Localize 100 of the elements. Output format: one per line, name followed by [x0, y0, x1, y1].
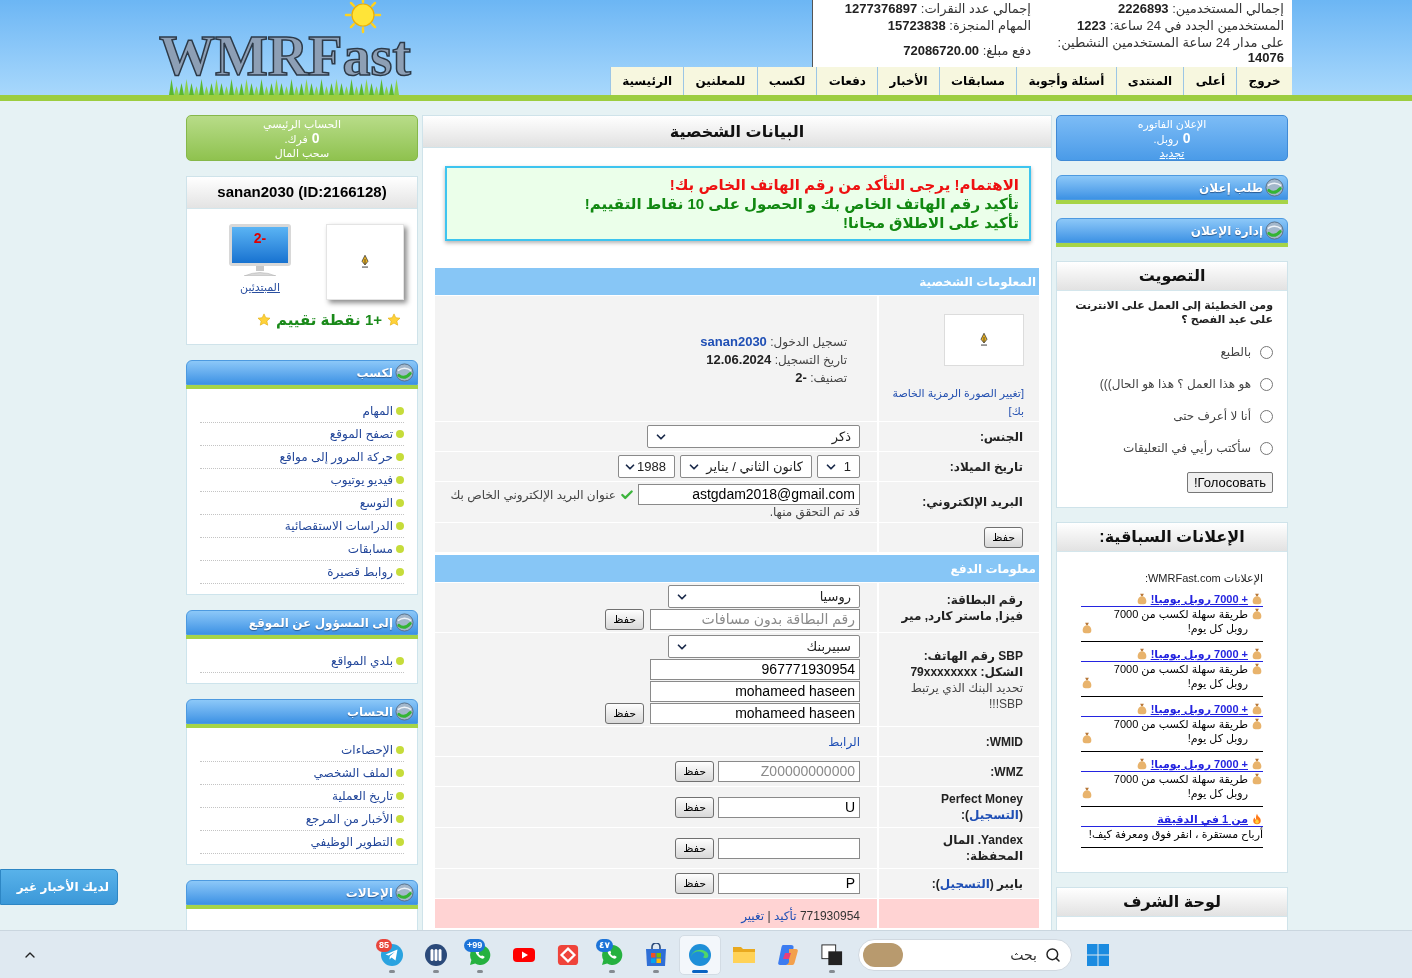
save-button[interactable]: حفظ [984, 527, 1023, 548]
section-header: معلومات الدفع [435, 555, 1039, 582]
text-field[interactable]: U [718, 796, 860, 818]
text-field[interactable]: mohameed haseen [650, 681, 860, 702]
phone-action-link[interactable]: تغيير [741, 909, 765, 923]
menu-title: الحساب [346, 703, 393, 721]
menu-link[interactable]: حركة المرور إلى مواقع [279, 448, 393, 466]
select-field[interactable]: 1988 [618, 455, 675, 478]
search-field[interactable]: بحث [858, 938, 1072, 971]
globe-icon [395, 883, 414, 902]
four-squares-icon [1086, 942, 1110, 967]
text-field[interactable]: Z00000000000 [718, 761, 860, 782]
text-field[interactable]: رقم البطاقة بدون مسافات [650, 609, 860, 630]
radio-button[interactable] [1260, 345, 1273, 359]
currency-label: فرك. [284, 131, 308, 146]
menu-link[interactable]: روابط قصيرة [327, 563, 393, 581]
card-header: sanan2030 (ID:2166128) [187, 177, 417, 209]
select-field[interactable]: روسيا [668, 585, 860, 608]
field-label: ( التسجيل): [961, 807, 1023, 823]
select-field[interactable]: كانون الثاني / يناير [680, 455, 812, 478]
option-label[interactable]: سأكتب رأيي في التعليقات [1122, 439, 1251, 457]
alert-line: تأكيد رقم الهاتف الخاص بك و الحصول على 10 نقاط التقييم! [583, 194, 1019, 213]
menu-title: إلى المسؤول عن الموقع [248, 614, 393, 632]
menu-link[interactable]: التطوير الوظيفي [310, 833, 393, 851]
radio-button[interactable] [1260, 441, 1273, 455]
swirl-icon [776, 942, 800, 967]
taskbar-button[interactable]: +99 [459, 934, 501, 975]
text-field[interactable]: astgdam2018@gmail.com [638, 484, 860, 505]
money-bag-icon [1251, 593, 1263, 605]
money-bag-icon [1251, 648, 1263, 660]
menu-link[interactable]: تاريخ العملية [332, 787, 393, 805]
text-field[interactable]: P [718, 873, 860, 894]
save-button[interactable]: حفظ [675, 837, 714, 859]
menu-link[interactable]: تصفح الموقع [329, 425, 393, 443]
save-button[interactable]: حفظ [675, 761, 714, 782]
option-label[interactable]: هو هذا العمل ؟ هذا هو الحال))) [1099, 375, 1251, 393]
option-label[interactable]: بالطبع [1220, 343, 1251, 361]
menu-link[interactable]: الملف الشخصي [313, 764, 393, 782]
ad-link[interactable]: + 7000 روبل يوميا! [1081, 592, 1263, 607]
menu-link[interactable]: الإحصاءات [341, 741, 393, 759]
swirl-circle-icon [688, 942, 712, 967]
money-bag-icon [1251, 663, 1263, 675]
money-bag-icon [1251, 608, 1263, 620]
register-link[interactable]: التسجيل [969, 808, 1019, 822]
ad-link[interactable]: + 7000 روبل يوميا! [1081, 647, 1263, 662]
menu-title: الإحالات [345, 884, 393, 902]
money-bag-icon [1135, 758, 1148, 770]
money-bag-icon [1251, 703, 1263, 715]
ad-link[interactable]: + 7000 روبل يوميا! [1081, 757, 1263, 772]
field-label: WMID: [985, 733, 1023, 750]
select-field[interactable]: 1 [817, 455, 860, 478]
money-bag-icon [1251, 758, 1263, 770]
save-button[interactable]: حفظ [605, 703, 644, 724]
save-button[interactable]: حفظ [605, 609, 644, 630]
menu-link[interactable]: الأخبار من المرجع [305, 810, 393, 828]
email-note: عنوان البريد الإلكتروني الخاص بك [450, 486, 616, 504]
save-button[interactable]: حفظ [675, 873, 714, 894]
save-button[interactable]: حفظ [675, 796, 714, 818]
menu-link[interactable]: المهام [362, 402, 393, 420]
ad-link[interactable]: من 1 في الدقيقة [1081, 812, 1263, 827]
page-title-bar: البيانات الشخصية [422, 115, 1052, 148]
money-bag-icon [1251, 773, 1263, 785]
balance-amount: 0 [311, 130, 320, 145]
ad-link[interactable]: + 7000 روبل يوميا! [1081, 702, 1263, 717]
menu-link[interactable]: التوسع [359, 494, 393, 512]
field-label: المحفظة: [966, 848, 1023, 864]
radio-button[interactable] [1260, 409, 1273, 423]
text-field[interactable] [718, 837, 860, 859]
register-link[interactable]: التسجيل [939, 876, 990, 891]
change-avatar-link[interactable]: [تغيير الصورة الرمزية الخاصة بك] [887, 384, 1024, 420]
taskbar-button[interactable]: 85 [371, 934, 413, 975]
taskbar-button[interactable]: ٤٧ [591, 934, 633, 975]
text-field[interactable]: mohameed haseen [650, 703, 860, 724]
wmid-link[interactable]: الرابط [828, 732, 860, 751]
ad-text: طريقة سهلة لكسب من 7000 روبل كل يوم! [1112, 772, 1248, 800]
email-note: قد تم التحقق منها. [769, 505, 860, 520]
alert-line: تأكيد على الاطلاق مجانا! [841, 213, 1019, 232]
menu-link[interactable]: الدراسات الاستقصائية [284, 517, 393, 535]
phone-action-link[interactable]: تأكيد [773, 909, 797, 923]
menu-link[interactable]: فيديو يوتيوب [330, 471, 393, 489]
select-field[interactable]: ذكر [647, 425, 860, 448]
option-label[interactable]: أنا لا أعرف حتى [1173, 407, 1251, 425]
menu-link[interactable]: بلدي المواقع [331, 652, 393, 670]
vote-button[interactable]: Голосовать! [1187, 472, 1273, 493]
radio-button[interactable] [1260, 377, 1273, 391]
notification-badge: 85 [376, 938, 392, 952]
select-field[interactable]: سبيربنك [668, 635, 860, 658]
menu-link[interactable]: مسابقات [347, 540, 393, 558]
poll-question: ومن الخطيئة إلى العمل على الانترنت على عيد الفصح ؟ [1074, 298, 1273, 326]
flame-icon [1251, 813, 1263, 825]
menu-title: إدارة الإعلان [1190, 222, 1263, 240]
text-field[interactable]: 967771930954 [650, 659, 860, 680]
username-link[interactable]: sanan2030 [700, 334, 767, 349]
ad-text: طريقة سهلة لكسب من 7000 روبل كل يوم! [1112, 607, 1248, 635]
search-input[interactable]: بحث [911, 943, 1037, 966]
menu-title: لكسب [356, 364, 393, 382]
globe-icon [395, 702, 414, 721]
money-bag-icon [1135, 593, 1148, 605]
level-link[interactable]: المبتدئين [240, 280, 280, 294]
globe-icon [1265, 221, 1284, 240]
